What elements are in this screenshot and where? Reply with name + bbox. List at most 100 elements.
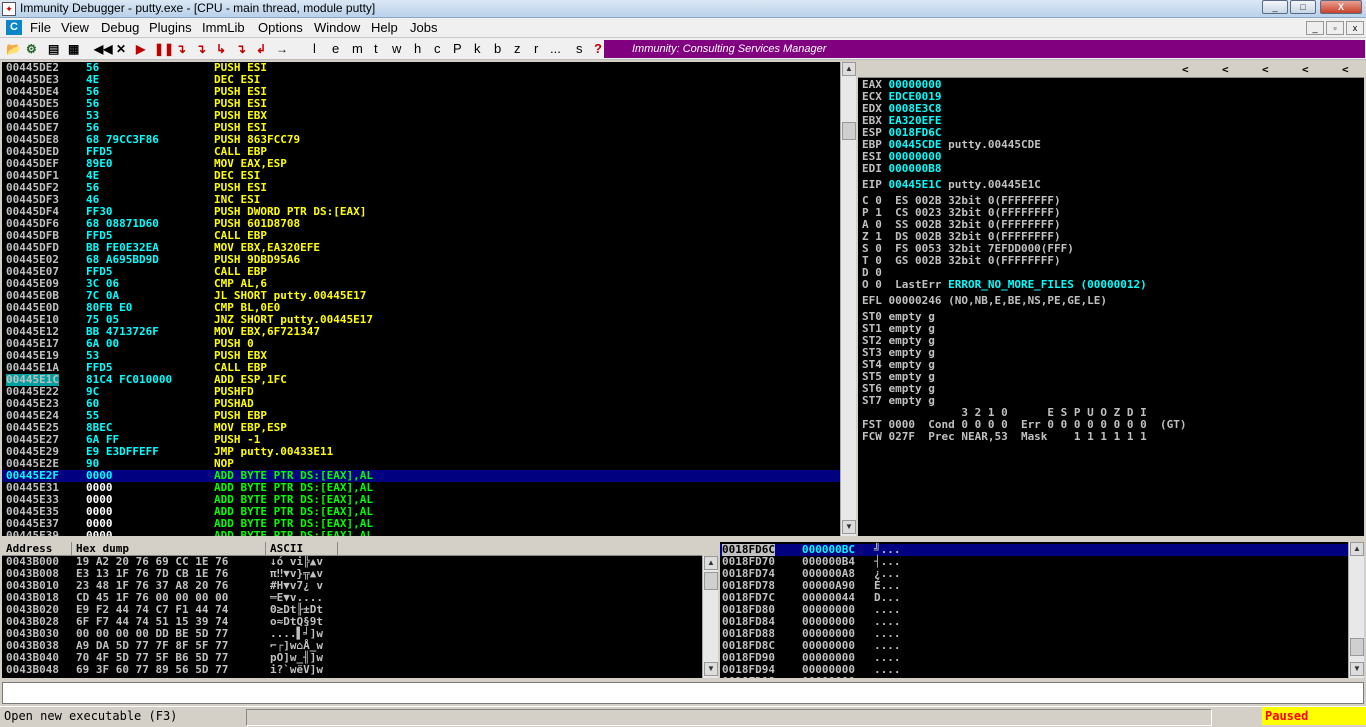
registers-arrow-left-icon[interactable]: < xyxy=(1302,62,1309,78)
toolbar-windows-button[interactable]: w xyxy=(392,42,401,56)
toolbar-references-button[interactable]: r xyxy=(534,42,538,56)
maximize-button[interactable]: □ xyxy=(1290,0,1316,14)
scroll-thumb[interactable] xyxy=(842,122,856,140)
disasm-row[interactable]: 00445DE4 56 PUSH ESI xyxy=(2,86,840,98)
attach-icon[interactable]: ⚙ xyxy=(26,41,37,57)
registers-arrow-left-icon[interactable]: < xyxy=(1262,62,1269,78)
toolbar-patches-button[interactable]: P xyxy=(453,42,462,56)
disasm-row[interactable]: 00445E12 BB 4713726F MOV EBX,6F721347 xyxy=(2,326,840,338)
menu-file[interactable]: File xyxy=(30,20,51,35)
command-input[interactable] xyxy=(2,682,1364,704)
scroll-down-icon[interactable]: ▼ xyxy=(1350,662,1364,676)
go-to-icon[interactable]: → xyxy=(276,41,288,57)
disasm-row[interactable]: 00445E2E 90 NOP xyxy=(2,458,840,470)
toolbar-threads-button[interactable]: t xyxy=(374,42,378,56)
scroll-up-icon[interactable]: ▲ xyxy=(704,556,718,570)
disasm-row[interactable]: 00445DF2 56 PUSH ESI xyxy=(2,182,840,194)
menu-plugins[interactable]: Plugins xyxy=(149,20,192,35)
disasm-row[interactable]: 00445DE3 4E DEC ESI xyxy=(2,74,840,86)
registers-arrow-left-icon[interactable]: < xyxy=(1342,62,1349,78)
mdi-minimize-button[interactable]: _ xyxy=(1306,21,1324,35)
disasm-row[interactable]: 00445E17 6A 00 PUSH 0 xyxy=(2,338,840,350)
menu-window[interactable]: Window xyxy=(314,20,360,35)
disasm-row[interactable]: 00445E02 68 A695BD9D PUSH 9DBD95A6 xyxy=(2,254,840,266)
disasm-row[interactable]: 00445E24 55 PUSH EBP xyxy=(2,410,840,422)
disasm-row[interactable]: 00445E35 0000 ADD BYTE PTR DS:[EAX],AL xyxy=(2,506,840,518)
register-edi[interactable]: EDI 000000B8 xyxy=(862,163,941,175)
toolbar-log-button[interactable]: l xyxy=(313,42,316,56)
disassembly-scrollbar[interactable]: ▲ ▼ xyxy=(840,62,856,536)
disasm-row[interactable]: 00445E23 60 PUSHAD xyxy=(2,398,840,410)
flag-line[interactable]: T 0 GS 002B 32bit 0(FFFFFFFF) xyxy=(862,255,1061,267)
step-into-icon[interactable]: ↴ xyxy=(176,41,186,57)
close-button[interactable]: X xyxy=(1320,0,1362,14)
scroll-up-icon[interactable]: ▲ xyxy=(842,62,856,76)
disasm-row[interactable]: 00445DE2 56 PUSH ESI xyxy=(2,62,840,74)
toolbar-source-button[interactable]: s xyxy=(576,42,583,56)
pause-icon[interactable]: ❚❚ xyxy=(154,41,174,57)
disasm-row[interactable]: 00445E0D 80FB E0 CMP BL,0E0 xyxy=(2,302,840,314)
disasm-row[interactable]: 00445E37 0000 ADD BYTE PTR DS:[EAX],AL xyxy=(2,518,840,530)
disasm-row[interactable]: 00445E22 9C PUSHFD xyxy=(2,386,840,398)
fpu-fcw[interactable]: FCW 027F Prec NEAR,53 Mask 1 1 1 1 1 1 xyxy=(862,431,1147,443)
toolbar-runtrace-button[interactable]: ... xyxy=(550,42,561,56)
disasm-row[interactable]: 00445DF3 46 INC ESI xyxy=(2,194,840,206)
trace-over-icon[interactable]: ↴ xyxy=(236,41,246,57)
disasm-row[interactable]: 00445E29 E9 E3DFFEFF JMP putty.00433E11 xyxy=(2,446,840,458)
dump-col-hex[interactable]: Hex dump xyxy=(72,542,266,556)
disassembly-pane[interactable]: 00445DE2 56 PUSH ESI 00445DE3 4E DEC ESI 00445… xyxy=(2,62,840,536)
menu-help[interactable]: Help xyxy=(371,20,398,35)
registers-header[interactable]: Registers (FPU) < < < < < xyxy=(858,62,1364,92)
efl-line[interactable]: EFL 00000246 (NO,NB,E,BE,NS,PE,GE,LE) xyxy=(862,295,1107,307)
scroll-thumb[interactable] xyxy=(704,572,718,590)
disasm-row[interactable]: 00445E33 0000 ADD BYTE PTR DS:[EAX],AL xyxy=(2,494,840,506)
disasm-row[interactable]: 00445E07 FFD5 CALL EBP xyxy=(2,266,840,278)
scroll-down-icon[interactable]: ▼ xyxy=(842,520,856,534)
help-icon[interactable]: ? xyxy=(594,42,602,56)
disasm-row[interactable]: 00445E2F 0000 ADD BYTE PTR DS:[EAX],AL xyxy=(2,470,840,482)
disasm-row[interactable]: 00445DE5 56 PUSH ESI xyxy=(2,98,840,110)
disasm-row[interactable]: 00445E19 53 PUSH EBX xyxy=(2,350,840,362)
dump-pane[interactable]: 0043B000 19 A2 20 76 69 CC 1E 76 ↓ó vi╠▲v 0… xyxy=(2,556,702,678)
scroll-up-icon[interactable]: ▲ xyxy=(1350,542,1364,556)
registers-arrow-left-icon[interactable]: < xyxy=(1222,62,1229,78)
menu-immlib[interactable]: ImmLib xyxy=(202,20,245,35)
lasterr-line[interactable]: O 0 LastErr ERROR_NO_MORE_FILES (0000001… xyxy=(862,279,1147,291)
dump-col-ascii[interactable]: ASCII xyxy=(266,542,338,556)
close-icon[interactable]: ✕ xyxy=(116,41,126,57)
register-eip[interactable]: EIP 00445E1C putty.00445E1C xyxy=(862,179,1041,191)
minimize-button[interactable]: _ xyxy=(1262,0,1288,14)
window-icon[interactable]: ▦ xyxy=(68,41,79,57)
disasm-row[interactable]: 00445DEF 89E0 MOV EAX,ESP xyxy=(2,158,840,170)
disasm-row[interactable]: 00445DED FFD5 CALL EBP xyxy=(2,146,840,158)
registers-arrow-left-icon[interactable]: < xyxy=(1182,62,1189,78)
step-over-icon[interactable]: ↴ xyxy=(196,41,206,57)
disasm-row[interactable]: 00445DF6 68 08871D60 PUSH 601D8708 xyxy=(2,218,840,230)
list-icon[interactable]: ▤ xyxy=(48,41,59,57)
cpu-window-icon[interactable]: C xyxy=(6,20,22,35)
disasm-row[interactable]: 00445DE8 68 79CC3F86 PUSH 863FCC79 xyxy=(2,134,840,146)
disasm-row[interactable]: 00445E09 3C 06 CMP AL,6 xyxy=(2,278,840,290)
app-icon[interactable]: ✦ xyxy=(2,2,16,16)
scroll-thumb[interactable] xyxy=(1350,638,1364,656)
run-icon[interactable]: ▶ xyxy=(136,41,145,57)
toolbar-memory-button[interactable]: m xyxy=(352,42,363,56)
execute-till-return-icon[interactable]: ↲ xyxy=(256,41,266,57)
disasm-row[interactable]: 00445DF1 4E DEC ESI xyxy=(2,170,840,182)
menu-jobs[interactable]: Jobs xyxy=(410,20,437,35)
disasm-row[interactable]: 00445E1C 81C4 FC010000 ADD ESP,1FC xyxy=(2,374,840,386)
dump-col-address[interactable]: Address xyxy=(2,542,72,556)
toolbar-breakpoints-button[interactable]: b xyxy=(494,42,501,56)
disasm-row[interactable]: 00445E31 0000 ADD BYTE PTR DS:[EAX],AL xyxy=(2,482,840,494)
scroll-down-icon[interactable]: ▼ xyxy=(704,662,718,676)
stack-pane[interactable]: 0018FD6C 000000BC ╝... 0018FD70 000000B4 ┤...… xyxy=(720,542,1348,678)
trace-into-icon[interactable]: ↳ xyxy=(216,41,226,57)
disasm-row[interactable]: 00445E39 0000 ADD BYTE PTR DS:[EAX],AL xyxy=(2,530,840,537)
registers-pane[interactable]: Registers (FPU) < < < < < EAX 00000000 EC… xyxy=(858,62,1364,536)
menu-debug[interactable]: Debug xyxy=(101,20,139,35)
mdi-restore-button[interactable]: ▫ xyxy=(1326,21,1344,35)
toolbar-z-button[interactable]: z xyxy=(514,42,521,56)
disasm-row[interactable]: 00445E25 8BEC MOV EBP,ESP xyxy=(2,422,840,434)
disasm-row[interactable]: 00445DE6 53 PUSH EBX xyxy=(2,110,840,122)
dump-scrollbar[interactable]: ▲ ▼ xyxy=(702,556,718,678)
